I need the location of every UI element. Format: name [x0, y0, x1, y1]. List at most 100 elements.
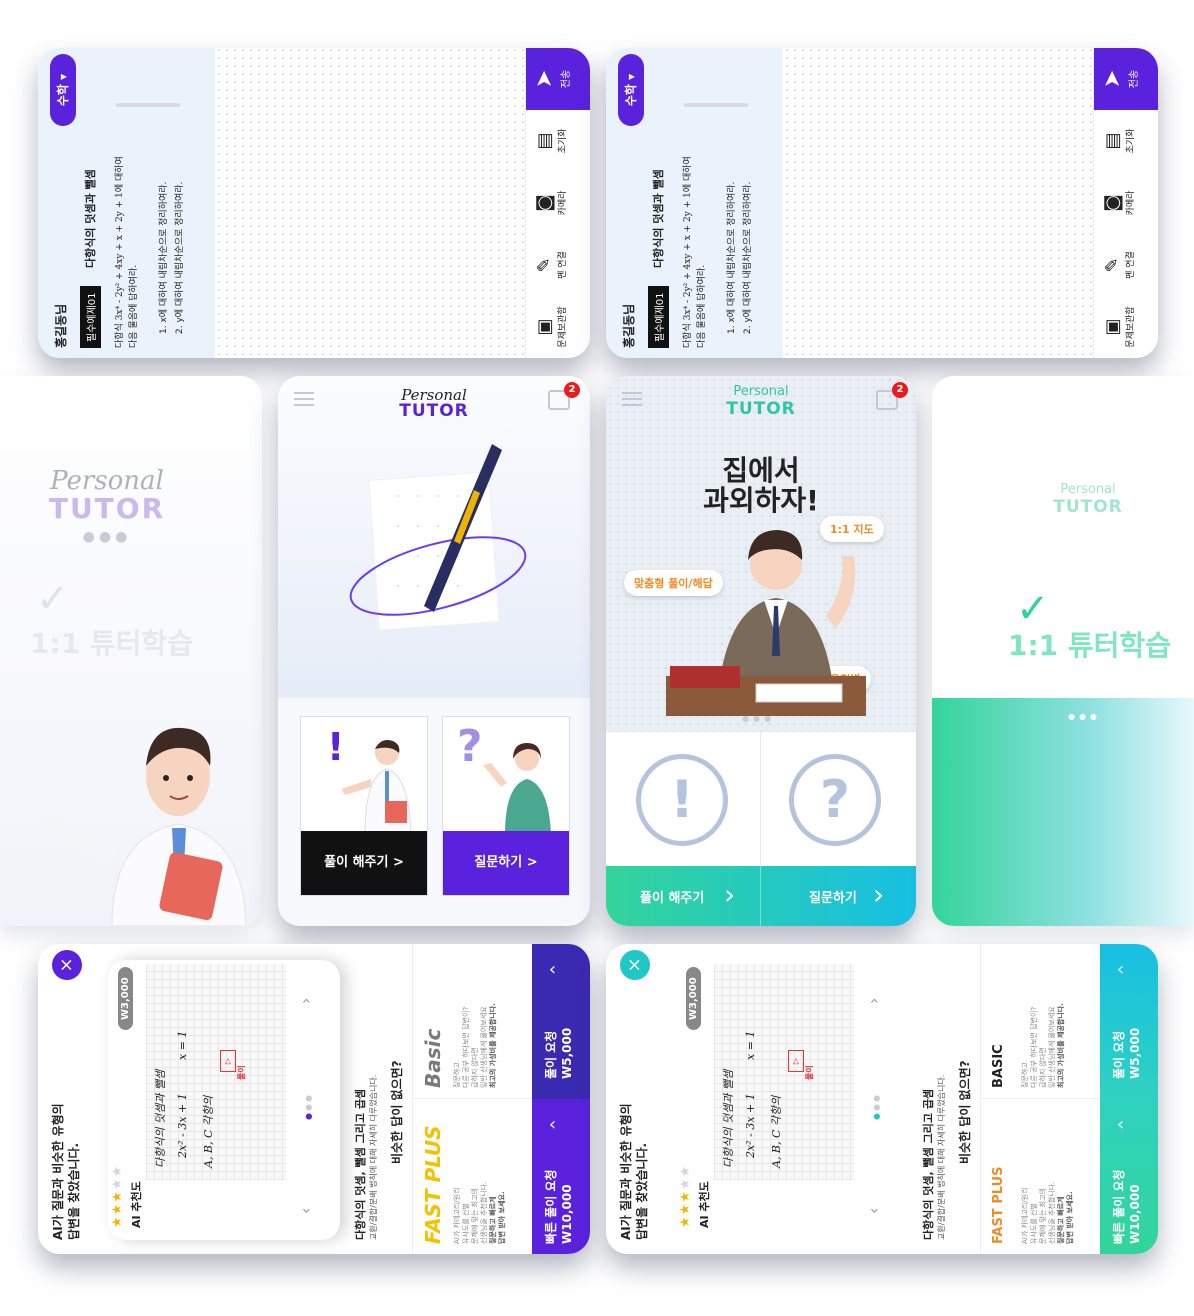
basic-plan[interactable]: Basic 질문하고 다른 공부 하다보면 답변이? 급하지 않다면 일반 선생님에게…	[412, 944, 532, 1099]
result-header: AI가 질문과 비슷한 유형의 답변을 찾았습니다.	[50, 1103, 82, 1240]
camera-button[interactable]: ◙ 카메라	[526, 172, 590, 234]
topic-title: 다항식의 덧셈, 뺄셈 그리고 곱셈	[922, 1088, 935, 1240]
brand-line-2: TUTOR	[399, 401, 469, 421]
send-button[interactable]: ➤ 전송	[526, 48, 590, 110]
ask-button[interactable]: 질문하기 ›	[761, 866, 916, 926]
reset-button[interactable]: ▤ 초기화	[1094, 110, 1158, 172]
ask-label: 질문하기	[809, 891, 857, 906]
chevron-left-icon[interactable]: ‹	[296, 1208, 315, 1214]
send-button[interactable]: ➤ 전송	[1094, 48, 1158, 110]
ask-button[interactable]: 질문하기 >	[443, 831, 569, 895]
camera-label: 카메라	[558, 190, 568, 216]
hw-line-4: A, B, C 각항의	[202, 1095, 215, 1168]
problem-q2: 2. y에 대하여 내림차순으로 정리하여라.	[175, 181, 185, 334]
chevron-up-icon: ‹	[548, 1113, 557, 1135]
hw-line-3: x = 1	[744, 1030, 757, 1060]
chevron-right-icon: ›	[724, 878, 736, 911]
carousel-dots[interactable]: ●●●	[742, 714, 775, 723]
writing-canvas[interactable]	[215, 48, 525, 358]
subject-select[interactable]: 수학 ▾	[618, 54, 644, 126]
send-icon: ➤	[1100, 69, 1125, 89]
close-button[interactable]: ×	[620, 950, 650, 980]
topic-subtitle: 교환/결합/분배 법칙에 대해 자세히 다루었습니다.	[937, 1074, 946, 1240]
ai-rating-label: AI 추천도	[698, 1181, 711, 1228]
fast-request-button[interactable]: ‹ 빠른 풀이 요청 W10,000	[532, 1099, 590, 1254]
fast-plan[interactable]: FAST PLUS AI가 카테고리/원리 유사도를 선별 문제에 맞는 최고의 선생…	[412, 1099, 532, 1254]
video-stamp: ▷	[788, 1050, 804, 1072]
ask-panel[interactable]: ?	[761, 732, 916, 866]
fast-desc-2: 유사도를 선별	[1030, 1203, 1038, 1244]
request-button[interactable]: ‹ 풀이 요청 W5,000	[532, 944, 590, 1099]
pen-connect-button[interactable]: ✎ 펜 연결	[526, 234, 590, 296]
chevron-up-icon: ‹	[548, 958, 557, 980]
example-badge: 필수예제01	[80, 286, 101, 348]
basic-desc-5: 최고의 가성비를 제공합니다.	[489, 1003, 497, 1088]
archive-button[interactable]: ▣ 문제보관함	[1094, 296, 1158, 358]
grabber[interactable]	[116, 103, 180, 107]
subject-select[interactable]: 수학 ▾	[50, 54, 76, 126]
problem-title: 다항식의 덧셈과 뺄셈	[84, 169, 97, 268]
fast-desc-4: 선생님을 추천합니다.	[480, 1181, 488, 1244]
solve-panel[interactable]: !	[606, 732, 761, 866]
answer-preview-card[interactable]: 다항식의 덧셈과 뺄셈 2x² - 3x + 1 x = 1 A, B, C 각…	[676, 960, 908, 1240]
rating-stars: ★★★★★	[110, 1164, 125, 1228]
fast-desc: AI가 카테고리/원리 유사도를 선별 문제에 맞는 최고의 선생님을 추천합니다. 질…	[1021, 1182, 1075, 1244]
loading-dots: ●●●	[82, 529, 132, 545]
writing-canvas[interactable]	[783, 48, 1093, 358]
smart-pen-illustration	[349, 444, 527, 631]
splash-screen-purple: Personal TUTOR ●●● ✓ 1:1 튜터학습	[0, 376, 262, 926]
fast-desc-6: 답변 받아 보세요.	[1066, 1191, 1074, 1244]
fast-logo: FAST PLUS	[421, 1125, 445, 1244]
close-icon: ×	[56, 957, 77, 973]
chevron-left-icon[interactable]: ‹	[864, 1208, 883, 1214]
result-header-1: AI가 질문과 비슷한 유형의	[619, 1103, 633, 1240]
fast-request-button[interactable]: ‹ 빠른 풀이 요청 W10,000	[1100, 1099, 1158, 1254]
brand-logo: Personal TUTOR ●●●	[0, 466, 214, 545]
send-label: 전송	[561, 69, 572, 89]
subject-label: 수학	[624, 84, 638, 107]
archive-button[interactable]: ▣ 문제보관함	[526, 296, 590, 358]
problem-line-2: 다음 물음에 답하여라.	[129, 264, 139, 348]
price-pill: W3,000	[118, 967, 133, 1030]
basic-desc-4: 일반 선생님에게 물어보세요	[480, 1006, 488, 1088]
camera-button[interactable]: ◙ 카메라	[1094, 172, 1158, 234]
loading-dots: ●●●	[1068, 712, 1101, 721]
notification-badge: 2	[892, 382, 908, 398]
fast-desc-1: AI가 카테고리/원리	[453, 1187, 461, 1244]
result-header-2: 답변을 찾았습니다.	[635, 1142, 649, 1240]
fast-plan[interactable]: FAST PLUS AI가 카테고리/원리 유사도를 선별 문제에 맞는 최고의 선생…	[980, 1099, 1100, 1254]
basic-desc-3: 급하지 않다면	[1039, 1047, 1047, 1088]
solve-label: 풀이 해주기 >	[324, 855, 404, 870]
tagline: 1:1 튜터학습	[1008, 629, 1171, 662]
request-button[interactable]: ‹ 풀이 요청 W5,000	[1100, 944, 1158, 1099]
pen-connect-button[interactable]: ✎ 펜 연결	[1094, 234, 1158, 296]
grabber[interactable]	[684, 103, 748, 107]
home-screen-teal: Personal TUTOR 2 집에서 과외하자! 1:1 지도 맞춤형 풀이…	[606, 376, 916, 926]
chevron-right-icon[interactable]: ›	[296, 998, 315, 1004]
solve-button[interactable]: 풀이 해주기 ›	[606, 866, 761, 926]
solve-label: 풀이 해주기	[640, 891, 705, 906]
chevron-right-icon[interactable]: ›	[864, 998, 883, 1004]
basic-desc-2: 다른 공부 하다보면 답변이?	[1030, 1006, 1038, 1088]
stamp-label: 풀이	[237, 1065, 246, 1080]
basic-plan[interactable]: BASIC 질문하고 다른 공부 하다보면 답변이? 급하지 않다면 일반 선생님에게…	[980, 944, 1100, 1099]
close-button[interactable]: ×	[52, 950, 82, 980]
problem-q2: 2. y에 대하여 내림차순으로 정리하여라.	[743, 181, 753, 334]
result-header-1: AI가 질문과 비슷한 유형의	[51, 1103, 65, 1240]
request-label: 풀이 요청	[544, 1030, 558, 1079]
video-stamp: ▷	[220, 1050, 236, 1072]
pager-dots[interactable]: ●●●	[872, 1093, 881, 1120]
hero-line-2: 과외하자!	[703, 484, 819, 517]
ask-card[interactable]: ? 질문하기 >	[442, 716, 570, 896]
fast-desc-4: 선생님을 추천합니다.	[1048, 1181, 1056, 1244]
hw-line-3: x = 1	[176, 1030, 189, 1060]
reset-button[interactable]: ▤ 초기화	[526, 110, 590, 172]
pager-dots[interactable]: ●●●	[304, 1093, 313, 1120]
chevron-up-icon: ‹	[1116, 958, 1125, 980]
ask-label: 질문하기 >	[474, 855, 538, 870]
answer-preview-card[interactable]: 다항식의 덧셈과 뺄셈 2x² - 3x + 1 x = 1 A, B, C 각…	[108, 960, 340, 1240]
solve-button[interactable]: 풀이 해주기 >	[301, 831, 427, 895]
solve-card[interactable]: ! 풀이 해주기 >	[300, 716, 428, 896]
toolbar: ➤ 전송 ▤ 초기화 ◙ 카메라 ✎ 펜 연결 ▣ 문제보관함	[525, 48, 590, 358]
result-header: AI가 질문과 비슷한 유형의 답변을 찾았습니다.	[618, 1103, 650, 1240]
